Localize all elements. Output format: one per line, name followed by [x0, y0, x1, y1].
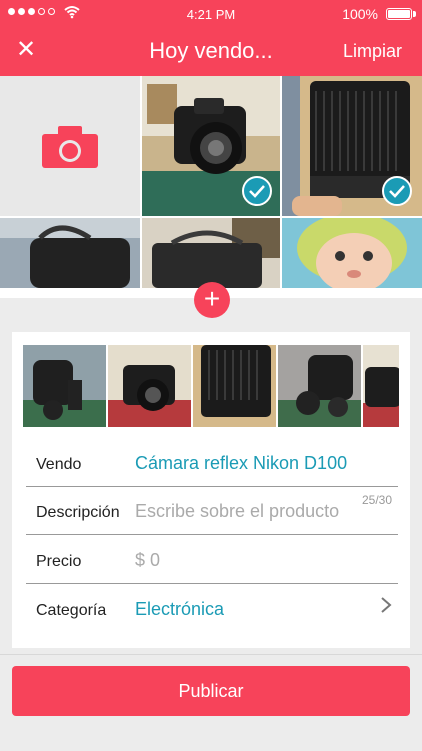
publish-button[interactable]: Publicar: [12, 666, 410, 716]
photo-thumbnail[interactable]: [142, 218, 280, 288]
form-row-categoria[interactable]: Categoría Electrónica: [26, 584, 398, 632]
strip-photo[interactable]: [278, 345, 361, 427]
price-field[interactable]: $ 0: [135, 550, 160, 571]
add-photo-tile[interactable]: [0, 76, 140, 216]
category-value[interactable]: Electrónica: [135, 599, 224, 620]
nav-bar: ✕ Hoy vendo... Limpiar: [0, 28, 422, 76]
strip-photo[interactable]: [23, 345, 106, 427]
photo-thumbnail[interactable]: [282, 218, 422, 288]
categoria-label: Categoría: [36, 602, 107, 619]
battery-icon: [386, 8, 412, 20]
title-field[interactable]: Cámara reflex Nikon D100: [135, 453, 347, 474]
battery-percent: 100%: [342, 6, 378, 22]
photo-thumbnail[interactable]: [282, 76, 422, 216]
status-bar: 4:21 PM 100%: [0, 0, 422, 28]
photo-strip: [23, 345, 399, 427]
photo-grid: +: [0, 76, 422, 318]
photo-thumbnail[interactable]: [142, 76, 280, 216]
strip-photo[interactable]: [108, 345, 191, 427]
form-row-descripcion[interactable]: Descripción Escribe sobre el producto: [26, 486, 398, 535]
product-form-card: Vendo Cámara reflex Nikon D100 25/30 Des…: [12, 332, 410, 648]
form-row-vendo[interactable]: Vendo Cámara reflex Nikon D100 25/30: [26, 438, 398, 507]
photo-thumbnail[interactable]: [0, 218, 140, 288]
selected-check-icon: [382, 176, 412, 206]
form-row-precio[interactable]: Precio $ 0: [26, 535, 398, 584]
camera-icon: [42, 126, 98, 168]
selected-check-icon: [242, 176, 272, 206]
add-photo-button[interactable]: +: [194, 282, 230, 318]
strip-photo[interactable]: [193, 345, 276, 427]
precio-label: Precio: [36, 553, 82, 570]
clear-button[interactable]: Limpiar: [343, 41, 402, 62]
chevron-right-icon[interactable]: [380, 596, 392, 620]
description-field[interactable]: Escribe sobre el producto: [135, 501, 339, 522]
strip-photo[interactable]: [363, 345, 399, 427]
descripcion-label: Descripción: [36, 504, 120, 521]
vendo-label: Vendo: [36, 456, 82, 473]
